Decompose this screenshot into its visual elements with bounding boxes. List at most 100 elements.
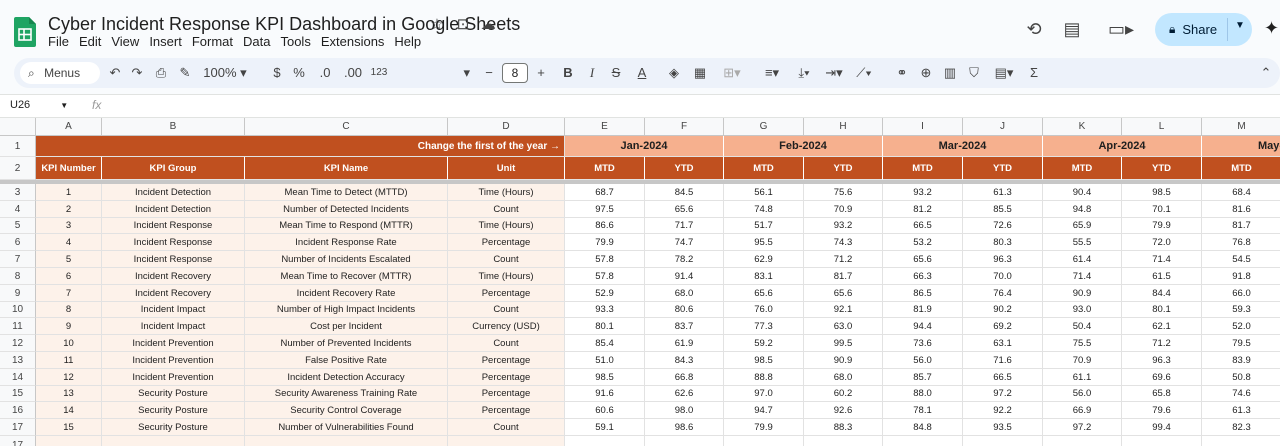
ytd-value-cell[interactable]: 65.8 [1122,386,1202,402]
star-icon[interactable]: ☆ [428,16,446,34]
currency-format-button[interactable]: $ [270,58,284,88]
ytd-value-cell[interactable]: 61.3 [963,184,1043,201]
ytd-value-cell[interactable]: 63.1 [963,335,1043,352]
ytd-value-cell[interactable]: 98.5 [1122,184,1202,201]
print-icon[interactable]: ⎙ [152,58,170,88]
mtd-value-cell[interactable]: 55.5 [1043,234,1122,251]
share-button[interactable]: 🔒︎ Share ▼ [1155,13,1252,46]
empty-cell[interactable] [245,436,448,446]
mtd-value-cell[interactable]: 51.7 [724,218,804,234]
fill-color-icon[interactable]: ◈ [666,58,682,88]
empty-cell[interactable] [804,436,883,446]
name-box[interactable]: U26 ▼ [10,99,68,111]
insert-comment-icon[interactable]: ⊕ [918,58,934,88]
kpi-name-cell[interactable]: Number of High Impact Incidents [245,302,448,318]
mtd-value-cell[interactable]: 66.3 [883,268,963,285]
kpi-number-cell[interactable]: 4 [36,234,102,251]
ytd-value-cell[interactable]: 80.6 [645,302,724,318]
kpi-group-cell[interactable]: Incident Detection [102,201,245,218]
ytd-value-cell[interactable]: 66.8 [645,369,724,386]
mtd-value-cell[interactable]: 93.3 [565,302,645,318]
mtd-value-cell[interactable]: 84.8 [883,419,963,436]
mtd-value-cell[interactable]: 83.1 [724,268,804,285]
functions-icon[interactable]: Σ [1026,58,1042,88]
ytd-value-cell[interactable]: 96.3 [963,251,1043,268]
strikethrough-icon[interactable]: S [608,58,624,88]
column-header-b[interactable]: B [102,118,245,136]
ytd-value-cell[interactable]: 98.0 [645,402,724,419]
column-header-l[interactable]: L [1122,118,1202,136]
column-header-c[interactable]: C [245,118,448,136]
row-header-8[interactable]: 8 [0,268,36,285]
decrease-font-size-icon[interactable]: − [482,58,496,88]
row-header-12[interactable]: 12 [0,335,36,352]
ytd-value-cell[interactable]: 61.9 [645,335,724,352]
ytd-value-cell[interactable]: 70.1 [1122,201,1202,218]
unit-cell[interactable]: Count [448,201,565,218]
column-header-g[interactable]: G [724,118,804,136]
row-header-14[interactable]: 14 [0,369,36,386]
kpi-number-cell[interactable]: 13 [36,386,102,402]
cloud-status-icon[interactable]: ☁ [479,16,497,34]
ytd-value-cell[interactable]: 98.6 [645,419,724,436]
ytd-value-cell[interactable]: 88.3 [804,419,883,436]
ytd-value-cell[interactable]: 61.5 [1122,268,1202,285]
menu-insert[interactable]: Insert [149,34,182,49]
ytd-value-cell[interactable]: 84.4 [1122,285,1202,302]
ytd-value-cell[interactable]: 90.2 [963,302,1043,318]
column-header-h[interactable]: H [804,118,883,136]
ytd-value-cell[interactable]: 93.5 [963,419,1043,436]
kpi-name-cell[interactable]: Security Control Coverage [245,402,448,419]
row-header-17[interactable]: 17 [0,419,36,436]
ytd-value-cell[interactable]: 70.9 [804,201,883,218]
ytd-value-cell[interactable]: 92.1 [804,302,883,318]
menu-extensions[interactable]: Extensions [321,34,385,49]
mtd-value-cell[interactable]: 60.6 [565,402,645,419]
unit-cell[interactable]: Count [448,335,565,352]
menu-view[interactable]: View [111,34,139,49]
ytd-value-cell[interactable]: 69.6 [1122,369,1202,386]
mtd-value-cell[interactable]: 81.2 [883,201,963,218]
mtd-value-cell[interactable]: 88.0 [883,386,963,402]
mtd-value-cell[interactable]: 80.1 [565,318,645,335]
text-wrap-icon[interactable]: ⇥▾ [820,58,848,88]
merge-cells-icon[interactable]: ⊞▾ [718,58,746,88]
kpi-number-cell[interactable]: 9 [36,318,102,335]
insert-chart-icon[interactable]: ▥ [942,58,958,88]
mtd-value-cell[interactable]: 91.6 [565,386,645,402]
unit-cell[interactable]: Percentage [448,386,565,402]
ytd-value-cell[interactable]: 68.0 [645,285,724,302]
row-header-7[interactable]: 7 [0,251,36,268]
menu-data[interactable]: Data [243,34,270,49]
ytd-value-cell[interactable]: 69.2 [963,318,1043,335]
row-header-6[interactable]: 6 [0,234,36,251]
kpi-number-cell[interactable]: 8 [36,302,102,318]
mtd-value-cell[interactable]: 85.4 [565,335,645,352]
kpi-number-cell[interactable]: 11 [36,352,102,369]
mtd-value-cell[interactable]: 94.8 [1043,201,1122,218]
kpi-group-cell[interactable]: Incident Response [102,234,245,251]
horizontal-align-icon[interactable]: ≡▾ [758,58,786,88]
menu-file[interactable]: File [48,34,69,49]
kpi-number-cell[interactable]: 7 [36,285,102,302]
mtd-value-cell[interactable]: 68.7 [565,184,645,201]
row-header-16[interactable]: 16 [0,402,36,419]
filter-views-icon[interactable]: ▤▾ [990,58,1018,88]
kpi-group-cell[interactable]: Incident Recovery [102,285,245,302]
increase-decimal-button[interactable]: .00 [340,58,366,88]
kpi-name-cell[interactable]: Number of Incidents Escalated [245,251,448,268]
mtd-value-cell[interactable]: 65.6 [724,285,804,302]
empty-cell[interactable] [565,436,645,446]
row-header-1[interactable]: 1 [0,136,36,157]
document-title[interactable]: Cyber Incident Response KPI Dashboard in… [48,14,520,35]
mtd-value-cell[interactable]: 59.3 [1202,302,1280,318]
kpi-group-cell[interactable]: Incident Impact [102,318,245,335]
mtd-value-cell[interactable]: 59.2 [724,335,804,352]
unit-cell[interactable]: Time (Hours) [448,268,565,285]
vertical-align-icon[interactable]: ⤓▾ [790,58,818,88]
mtd-value-cell[interactable]: 90.4 [1043,184,1122,201]
italic-icon[interactable]: I [584,58,600,88]
sheets-logo-icon[interactable] [14,17,36,47]
mtd-value-cell[interactable]: 52.0 [1202,318,1280,335]
mtd-value-cell[interactable]: 95.5 [724,234,804,251]
